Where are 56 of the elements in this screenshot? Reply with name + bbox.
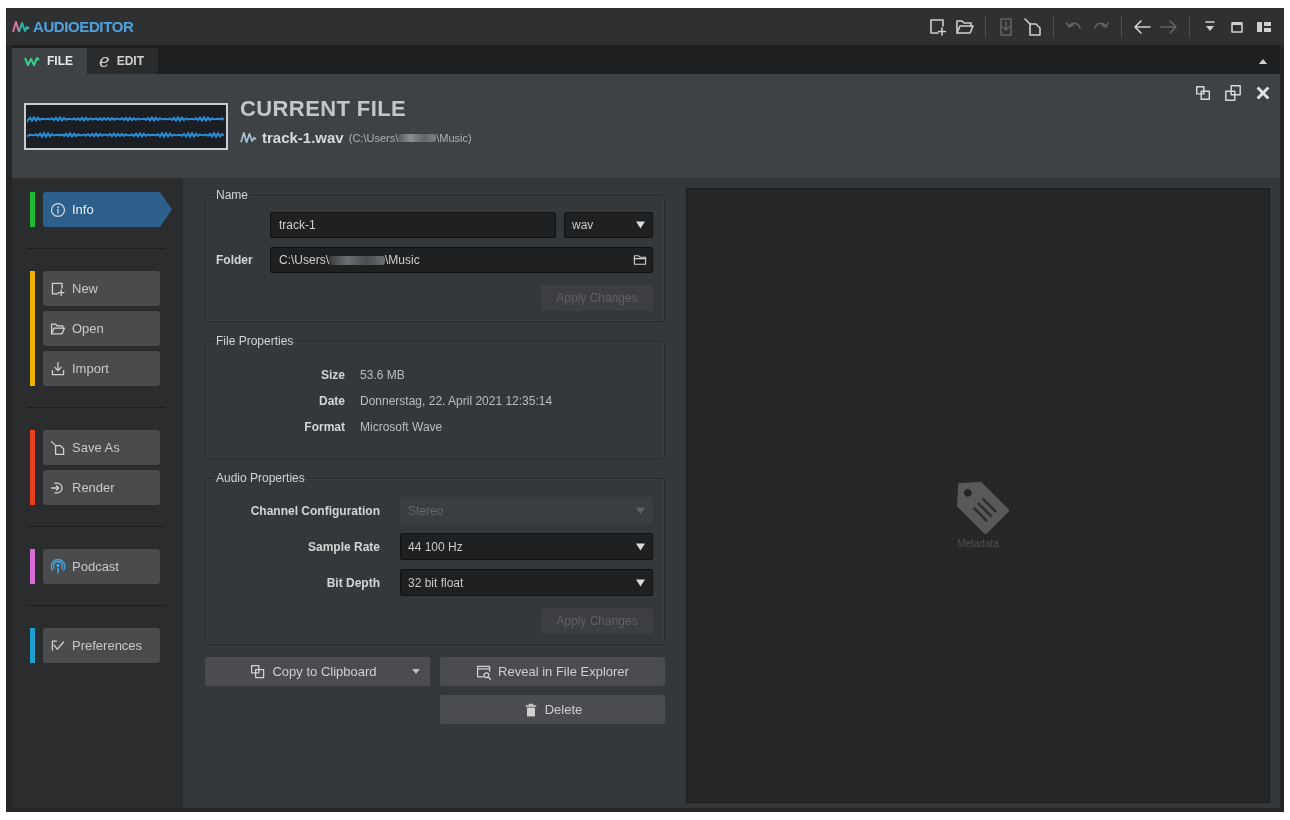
reveal-button[interactable]: Reveal in File Explorer — [440, 657, 665, 686]
document-pencil-icon[interactable] — [1023, 16, 1043, 37]
property-value: Microsoft Wave — [360, 420, 444, 434]
file-path: (C:\Users\ \Music) — [348, 131, 472, 144]
app-title: AUDIOEDITOR — [33, 18, 134, 35]
sidebar-item[interactable]: Preferences — [43, 628, 160, 663]
sidebar-item[interactable]: Save As — [43, 430, 160, 465]
section-title: Audio Properties — [215, 471, 306, 485]
waveform-icon — [240, 131, 257, 144]
property-label: Size — [320, 368, 345, 382]
field-label: Sample Rate — [306, 539, 380, 554]
file-name: track-1.wav — [262, 129, 344, 146]
sidebar-item[interactable]: New — [43, 271, 160, 306]
folder-icon — [633, 253, 647, 267]
delete-button[interactable]: Delete — [440, 695, 665, 724]
info-icon — [50, 201, 66, 218]
tab[interactable]: e EDIT — [87, 48, 158, 74]
caret-icon — [636, 506, 645, 515]
section-title: Name — [215, 188, 249, 202]
close-icon[interactable] — [1254, 84, 1272, 102]
section-title: File Properties — [215, 334, 295, 348]
caret-icon — [636, 578, 645, 587]
overlapping-windows-icon[interactable] — [1194, 84, 1212, 102]
field-label: Channel Configuration — [249, 503, 380, 518]
caret-icon — [636, 542, 645, 551]
tab[interactable]: FILE — [12, 48, 87, 74]
sidebar-item[interactable]: Podcast — [43, 549, 160, 584]
copy-button[interactable]: Copy to Clipboard — [205, 657, 430, 686]
download-icon — [50, 360, 66, 377]
restore-window-icon[interactable] — [1224, 84, 1242, 102]
chevron-up-icon[interactable] — [1258, 57, 1268, 65]
caret-icon — [636, 221, 645, 229]
property-label: Date — [318, 394, 345, 408]
sidebar-item[interactable]: Import — [43, 351, 160, 386]
new-file-icon[interactable] — [928, 16, 948, 37]
property-value: 53.6 MB — [360, 368, 406, 382]
property-value: Donnerstag, 22. April 2021 12:35:14 — [360, 394, 554, 408]
new-file-icon — [50, 280, 66, 297]
name-field[interactable]: track-1 — [270, 212, 556, 238]
document-pencil-icon — [50, 439, 66, 456]
waveform-icon — [24, 55, 40, 67]
sidebar-item[interactable]: Render — [43, 470, 160, 505]
copy-icon — [250, 663, 267, 680]
property-label: Format — [303, 420, 345, 434]
antenna-icon — [50, 558, 66, 575]
extension-dropdown[interactable]: wav — [564, 212, 653, 238]
folder-field[interactable]: C:\Users\ \Music — [270, 247, 653, 273]
window-magnifier-icon — [476, 663, 493, 680]
field-label: Bit Depth — [325, 575, 380, 590]
waveform-logo-icon — [12, 19, 30, 34]
header-title: CURRENT FILE — [240, 96, 408, 122]
sidebar-item[interactable]: Info — [43, 192, 172, 227]
dropdown[interactable]: 32 bit float — [400, 569, 653, 596]
dropdown[interactable]: 44 100 Hz — [400, 533, 653, 560]
sidebar-item[interactable]: Open — [43, 311, 160, 346]
field-label: Folder — [216, 253, 254, 267]
